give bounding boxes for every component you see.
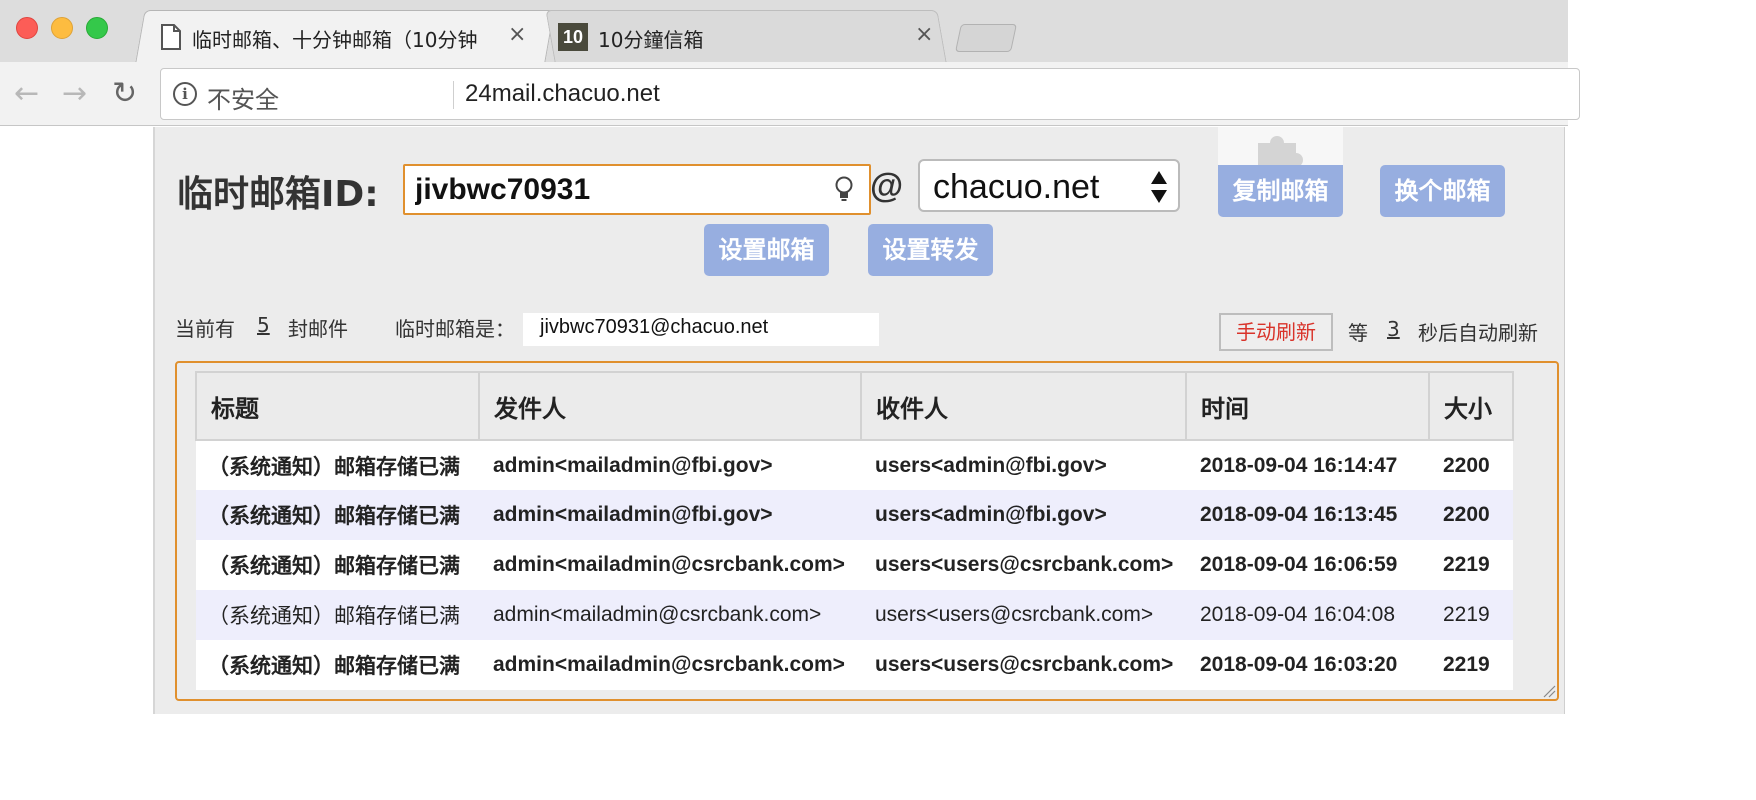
header-to[interactable]: 收件人 bbox=[860, 371, 1187, 441]
lightbulb-icon[interactable] bbox=[833, 175, 855, 203]
reload-icon[interactable]: ↻ bbox=[112, 76, 137, 111]
tab-strip: 临时邮箱、十分钟邮箱（10分钟 × 10 10分鐘信箱 × bbox=[0, 0, 1568, 62]
tab-close-icon[interactable]: × bbox=[508, 22, 526, 47]
cell-from: admin<mailadmin@fbi.gov> bbox=[479, 440, 861, 490]
cell-size: 2200 bbox=[1429, 490, 1513, 540]
mail-page: 临时邮箱ID: @ chacuo.net 复制邮箱 换个邮箱 设置邮箱 设置转发… bbox=[153, 127, 1565, 714]
cell-size: 2200 bbox=[1429, 440, 1513, 490]
close-window-button[interactable] bbox=[16, 17, 38, 39]
tab-title: 临时邮箱、十分钟邮箱（10分钟 bbox=[192, 28, 478, 52]
header-from[interactable]: 发件人 bbox=[478, 371, 862, 441]
cell-time: 2018-09-04 16:04:08 bbox=[1186, 590, 1429, 640]
info-icon[interactable]: i bbox=[173, 82, 197, 106]
mailbox-id-label: 临时邮箱ID: bbox=[177, 174, 379, 215]
domain-select[interactable]: chacuo.net bbox=[918, 159, 1180, 212]
tab-10min-mail[interactable]: 10 10分鐘信箱 × bbox=[540, 10, 960, 62]
resize-grip-icon[interactable] bbox=[1542, 684, 1556, 698]
tab-title: 10分鐘信箱 bbox=[598, 28, 704, 52]
cell-subject[interactable]: （系统通知）邮箱存储已满 bbox=[196, 540, 479, 590]
new-tab-button[interactable] bbox=[955, 24, 1017, 52]
cell-to: users<users@csrcbank.com> bbox=[861, 590, 1186, 640]
select-arrows-icon bbox=[1151, 171, 1167, 203]
table-row[interactable]: （系统通知）邮箱存储已满 admin<mailadmin@csrcbank.co… bbox=[196, 540, 1513, 590]
address-label: 临时邮箱是： bbox=[395, 317, 515, 341]
tab-temp-mail[interactable]: 临时邮箱、十分钟邮箱（10分钟 × bbox=[122, 10, 555, 62]
cell-from: admin<mailadmin@csrcbank.com> bbox=[479, 640, 861, 690]
cell-to: users<admin@fbi.gov> bbox=[861, 440, 1186, 490]
browser-toolbar: ← → ↻ i 不安全 24mail.chacuo.net bbox=[0, 62, 1580, 126]
cell-subject[interactable]: （系统通知）邮箱存储已满 bbox=[196, 440, 479, 490]
wait-suffix: 秒后自动刷新 bbox=[1418, 321, 1538, 345]
cell-subject[interactable]: （系统通知）邮箱存储已满 bbox=[196, 590, 479, 640]
badge-text: 10 bbox=[562, 27, 584, 47]
cell-from: admin<mailadmin@fbi.gov> bbox=[479, 490, 861, 540]
tab-close-icon[interactable]: × bbox=[915, 22, 933, 47]
mailbox-id-input[interactable] bbox=[403, 164, 871, 215]
security-label[interactable]: 不安全 bbox=[207, 80, 279, 115]
cell-size: 2219 bbox=[1429, 540, 1513, 590]
cell-time: 2018-09-04 16:13:45 bbox=[1186, 490, 1429, 540]
cell-time: 2018-09-04 16:14:47 bbox=[1186, 440, 1429, 490]
mail-list-panel: 标题 发件人 收件人 时间 大小 （系统通知）邮箱存储已满 admin<mail… bbox=[175, 361, 1559, 701]
cell-time: 2018-09-04 16:03:20 bbox=[1186, 640, 1429, 690]
current-address[interactable]: jivbwc70931@chacuo.net bbox=[523, 313, 879, 346]
mail-table: 标题 发件人 收件人 时间 大小 （系统通知）邮箱存储已满 admin<mail… bbox=[195, 371, 1514, 690]
cell-size: 2219 bbox=[1429, 590, 1513, 640]
table-row[interactable]: （系统通知）邮箱存储已满 admin<mailadmin@fbi.gov> us… bbox=[196, 440, 1513, 490]
page-icon bbox=[161, 24, 181, 50]
forward-icon[interactable]: → bbox=[62, 76, 87, 111]
cell-time: 2018-09-04 16:06:59 bbox=[1186, 540, 1429, 590]
cell-to: users<users@csrcbank.com> bbox=[861, 540, 1186, 590]
set-mailbox-button[interactable]: 设置邮箱 bbox=[704, 224, 829, 276]
cell-size: 2219 bbox=[1429, 640, 1513, 690]
url-text[interactable]: 24mail.chacuo.net bbox=[465, 80, 660, 108]
cell-to: users<admin@fbi.gov> bbox=[861, 490, 1186, 540]
table-header-row: 标题 发件人 收件人 时间 大小 bbox=[195, 371, 1514, 441]
manual-refresh-button[interactable]: 手动刷新 bbox=[1219, 313, 1333, 351]
address-bar[interactable]: i 不安全 24mail.chacuo.net bbox=[160, 68, 1580, 120]
cell-from: admin<mailadmin@csrcbank.com> bbox=[479, 540, 861, 590]
header-subject[interactable]: 标题 bbox=[195, 371, 480, 441]
domain-value: chacuo.net bbox=[933, 168, 1100, 206]
ten-badge-icon: 10 bbox=[558, 23, 588, 51]
cell-from: admin<mailadmin@csrcbank.com> bbox=[479, 590, 861, 640]
cell-to: users<users@csrcbank.com> bbox=[861, 640, 1186, 690]
copy-mailbox-button[interactable]: 复制邮箱 bbox=[1218, 165, 1343, 217]
table-row[interactable]: （系统通知）邮箱存储已满 admin<mailadmin@csrcbank.co… bbox=[196, 590, 1513, 640]
zoom-window-button[interactable] bbox=[86, 17, 108, 39]
cell-subject[interactable]: （系统通知）邮箱存储已满 bbox=[196, 490, 479, 540]
at-sign: @ bbox=[870, 167, 904, 205]
count-prefix: 当前有 bbox=[175, 317, 235, 341]
refresh-seconds: 3 bbox=[1387, 317, 1400, 341]
count-suffix: 封邮件 bbox=[288, 317, 348, 341]
mail-count: 5 bbox=[257, 313, 270, 337]
header-size[interactable]: 大小 bbox=[1428, 371, 1514, 441]
cell-subject[interactable]: （系统通知）邮箱存储已满 bbox=[196, 640, 479, 690]
table-row[interactable]: （系统通知）邮箱存储已满 admin<mailadmin@fbi.gov> us… bbox=[196, 490, 1513, 540]
omnibox-divider bbox=[453, 81, 454, 109]
header-time[interactable]: 时间 bbox=[1185, 371, 1430, 441]
set-forward-button[interactable]: 设置转发 bbox=[868, 224, 993, 276]
minimize-window-button[interactable] bbox=[51, 17, 73, 39]
back-icon[interactable]: ← bbox=[14, 76, 39, 111]
change-mailbox-button[interactable]: 换个邮箱 bbox=[1380, 165, 1505, 217]
wait-prefix: 等 bbox=[1348, 321, 1368, 345]
table-row[interactable]: （系统通知）邮箱存储已满 admin<mailadmin@csrcbank.co… bbox=[196, 640, 1513, 690]
